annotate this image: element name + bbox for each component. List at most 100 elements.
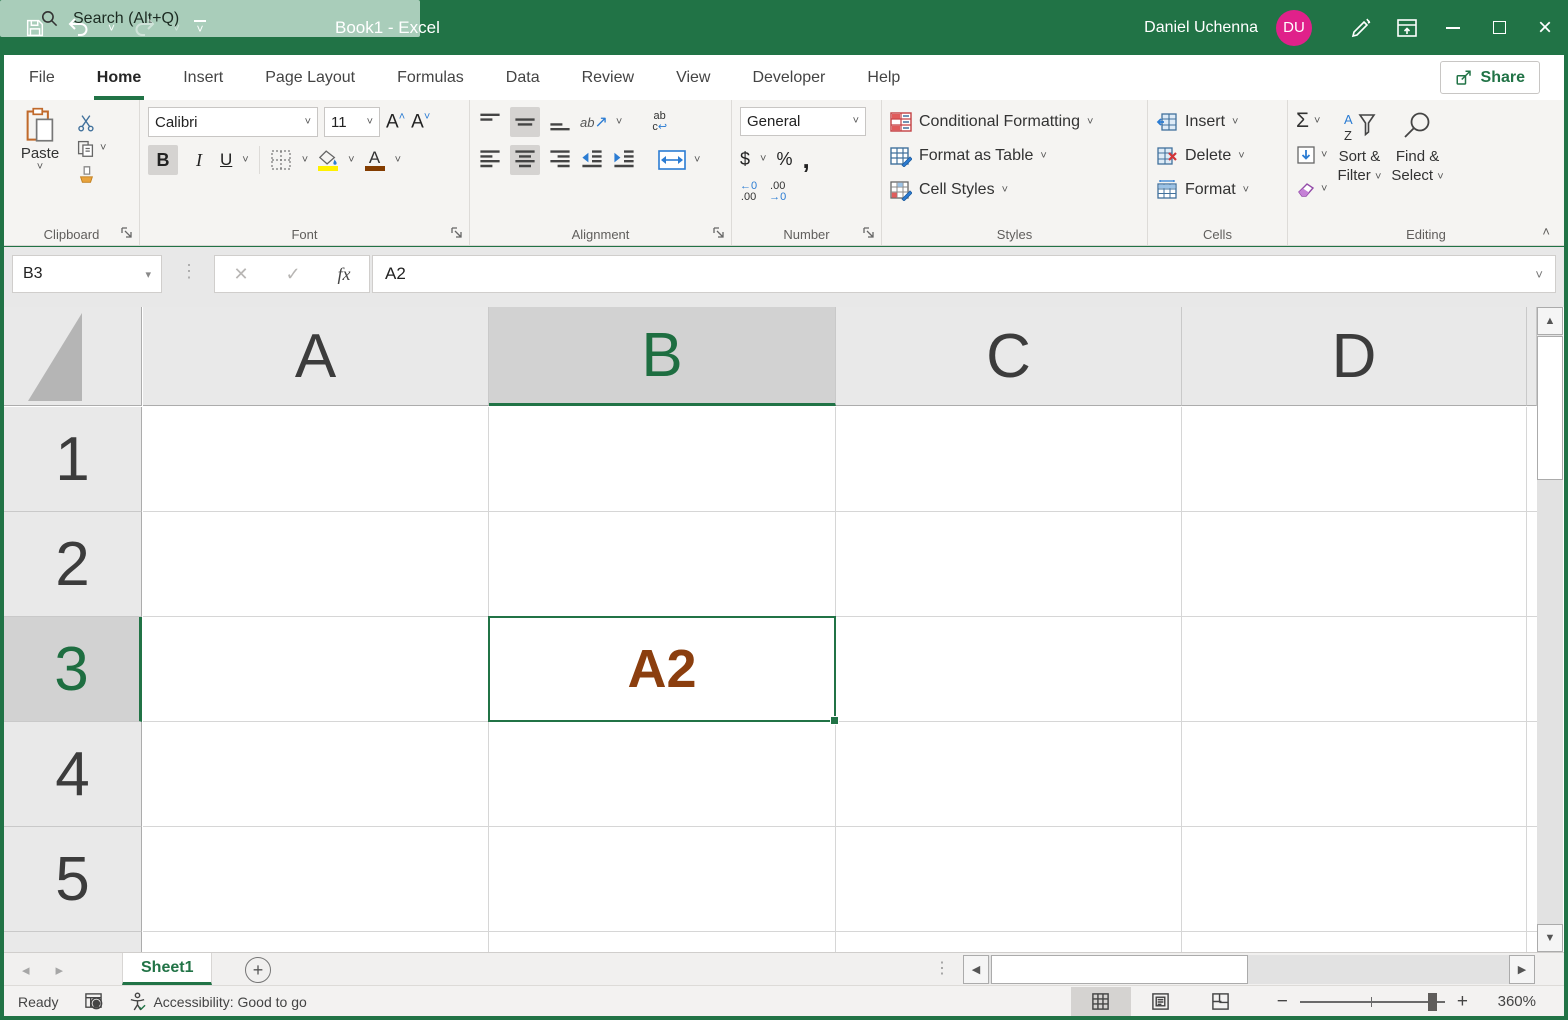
- row-header-6-sliver[interactable]: [4, 932, 142, 952]
- number-format-combo[interactable]: General ˅: [740, 107, 866, 136]
- next-sheet-button[interactable]: ▸: [56, 961, 64, 979]
- avatar[interactable]: DU: [1276, 9, 1312, 46]
- row-header-3[interactable]: 3: [4, 617, 142, 722]
- decrease-decimal-button[interactable]: .00 →0: [769, 181, 786, 203]
- zoom-in-button[interactable]: +: [1457, 991, 1468, 1013]
- fill-color-dropdown-chevron[interactable]: ˅: [348, 154, 354, 166]
- font-dialog-launcher[interactable]: [450, 226, 464, 240]
- borders-dropdown-chevron[interactable]: ˅: [302, 154, 308, 166]
- autosum-button[interactable]: Σ ˅: [1296, 107, 1327, 135]
- enter-button[interactable]: ✓: [286, 264, 301, 285]
- formula-bar-input[interactable]: A2 ˅: [372, 255, 1556, 293]
- zoom-slider-thumb[interactable]: [1427, 992, 1437, 1011]
- tab-formulas[interactable]: Formulas: [376, 55, 485, 100]
- merge-center-button[interactable]: [658, 150, 686, 170]
- grow-font-button[interactable]: A˄: [386, 111, 405, 133]
- fill-color-button[interactable]: [318, 149, 339, 171]
- share-button[interactable]: Share: [1439, 61, 1540, 94]
- decrease-indent-button[interactable]: [580, 148, 604, 172]
- sheet-tab-sheet1[interactable]: Sheet1: [122, 953, 213, 985]
- macro-record-button[interactable]: [84, 992, 103, 1011]
- maximize-button[interactable]: [1476, 0, 1522, 55]
- column-header-d[interactable]: D: [1182, 307, 1527, 406]
- orientation-dropdown-chevron[interactable]: ˅: [616, 116, 622, 128]
- formula-bar-expand-chevron[interactable]: ˅: [1535, 267, 1543, 282]
- cells-area[interactable]: [143, 407, 1537, 952]
- row-header-2[interactable]: 2: [4, 512, 142, 617]
- conditional-formatting-button[interactable]: Conditional Formatting ˅: [890, 107, 1141, 137]
- find-select-button[interactable]: Find & Select ˅: [1391, 107, 1444, 203]
- pen-sparkle-button[interactable]: [1338, 0, 1384, 55]
- tab-file[interactable]: File: [8, 55, 76, 100]
- align-middle-button[interactable]: [510, 107, 540, 137]
- row-header-1[interactable]: 1: [4, 407, 142, 512]
- ribbon-display-options-button[interactable]: [1384, 0, 1430, 55]
- underline-dropdown-chevron[interactable]: ˅: [242, 154, 248, 166]
- undo-button[interactable]: [64, 11, 94, 45]
- number-dialog-launcher[interactable]: [862, 226, 876, 240]
- comma-style-button[interactable]: ,: [802, 144, 809, 175]
- save-button[interactable]: [20, 11, 50, 45]
- row-header-4[interactable]: 4: [4, 722, 142, 827]
- borders-button[interactable]: [270, 149, 292, 171]
- cancel-button[interactable]: ✕: [233, 264, 248, 285]
- tab-page-layout[interactable]: Page Layout: [244, 55, 376, 100]
- column-header-a[interactable]: A: [143, 307, 489, 406]
- column-header-e-sliver[interactable]: [1527, 307, 1537, 406]
- scroll-right-button[interactable]: ▶: [1509, 955, 1535, 984]
- formula-bar-grip[interactable]: ⋮: [180, 261, 198, 282]
- accounting-format-button[interactable]: $: [740, 149, 750, 170]
- tab-view[interactable]: View: [655, 55, 731, 100]
- zoom-slider[interactable]: [1299, 992, 1445, 1011]
- collapse-ribbon-button[interactable]: ˄: [1542, 224, 1550, 239]
- tab-home[interactable]: Home: [76, 55, 162, 100]
- customize-quick-access-button[interactable]: ˅: [194, 20, 207, 35]
- align-center-button[interactable]: [510, 145, 540, 175]
- shrink-font-button[interactable]: A˅: [411, 111, 430, 133]
- align-right-button[interactable]: [548, 148, 572, 172]
- add-sheet-button[interactable]: +: [245, 957, 271, 983]
- page-layout-view-button[interactable]: [1131, 987, 1191, 1017]
- page-break-preview-button[interactable]: [1191, 987, 1251, 1017]
- italic-button[interactable]: I: [188, 145, 210, 175]
- format-cells-button[interactable]: Format ˅: [1156, 175, 1281, 205]
- insert-function-button[interactable]: fx: [338, 264, 351, 285]
- font-size-combo[interactable]: 11 ˅: [324, 107, 380, 137]
- horizontal-scrollbar[interactable]: ◀ ▶: [963, 955, 1535, 984]
- copy-icon[interactable]: [76, 139, 95, 158]
- prev-sheet-button[interactable]: ◂: [22, 961, 30, 979]
- font-color-dropdown-chevron[interactable]: ˅: [395, 154, 401, 166]
- font-color-button[interactable]: A: [364, 149, 385, 171]
- bold-button[interactable]: B: [148, 145, 178, 175]
- delete-cells-button[interactable]: Delete ˅: [1156, 141, 1281, 171]
- tab-data[interactable]: Data: [485, 55, 561, 100]
- insert-cells-button[interactable]: Insert ˅: [1156, 107, 1281, 137]
- increase-decimal-button[interactable]: ←0 .00: [740, 181, 757, 203]
- scroll-up-button[interactable]: ▲: [1537, 307, 1563, 335]
- clipboard-dialog-launcher[interactable]: [120, 226, 134, 240]
- copy-dropdown-chevron[interactable]: ˅: [100, 143, 106, 154]
- font-name-combo[interactable]: Calibri ˅: [148, 107, 318, 137]
- percent-style-button[interactable]: %: [776, 149, 792, 170]
- tab-insert[interactable]: Insert: [162, 55, 244, 100]
- align-bottom-button[interactable]: [548, 110, 572, 134]
- wrap-text-button[interactable]: ab c↩: [652, 111, 667, 133]
- column-header-b[interactable]: B: [489, 307, 836, 406]
- cut-button[interactable]: [76, 113, 106, 132]
- accounting-dropdown-chevron[interactable]: ˅: [760, 154, 766, 165]
- tab-help[interactable]: Help: [846, 55, 921, 100]
- tab-review[interactable]: Review: [561, 55, 655, 100]
- format-as-table-button[interactable]: Format as Table ˅: [890, 141, 1141, 171]
- align-top-button[interactable]: [478, 110, 502, 134]
- vertical-scrollbar[interactable]: ▲ ▼: [1537, 307, 1563, 952]
- vertical-scroll-thumb[interactable]: [1537, 336, 1563, 480]
- normal-view-button[interactable]: [1070, 986, 1131, 1017]
- underline-button[interactable]: U: [220, 145, 232, 175]
- paste-dropdown-chevron[interactable]: ˅: [37, 162, 43, 173]
- minimize-button[interactable]: [1430, 0, 1476, 55]
- accessibility-status-button[interactable]: Accessibility: Good to go: [129, 992, 307, 1011]
- undo-dropdown-chevron[interactable]: ˅: [108, 22, 115, 34]
- scroll-left-button[interactable]: ◀: [963, 955, 989, 984]
- zoom-level[interactable]: 360%: [1478, 993, 1536, 1010]
- sort-filter-button[interactable]: AZ Sort & Filter ˅: [1337, 107, 1381, 203]
